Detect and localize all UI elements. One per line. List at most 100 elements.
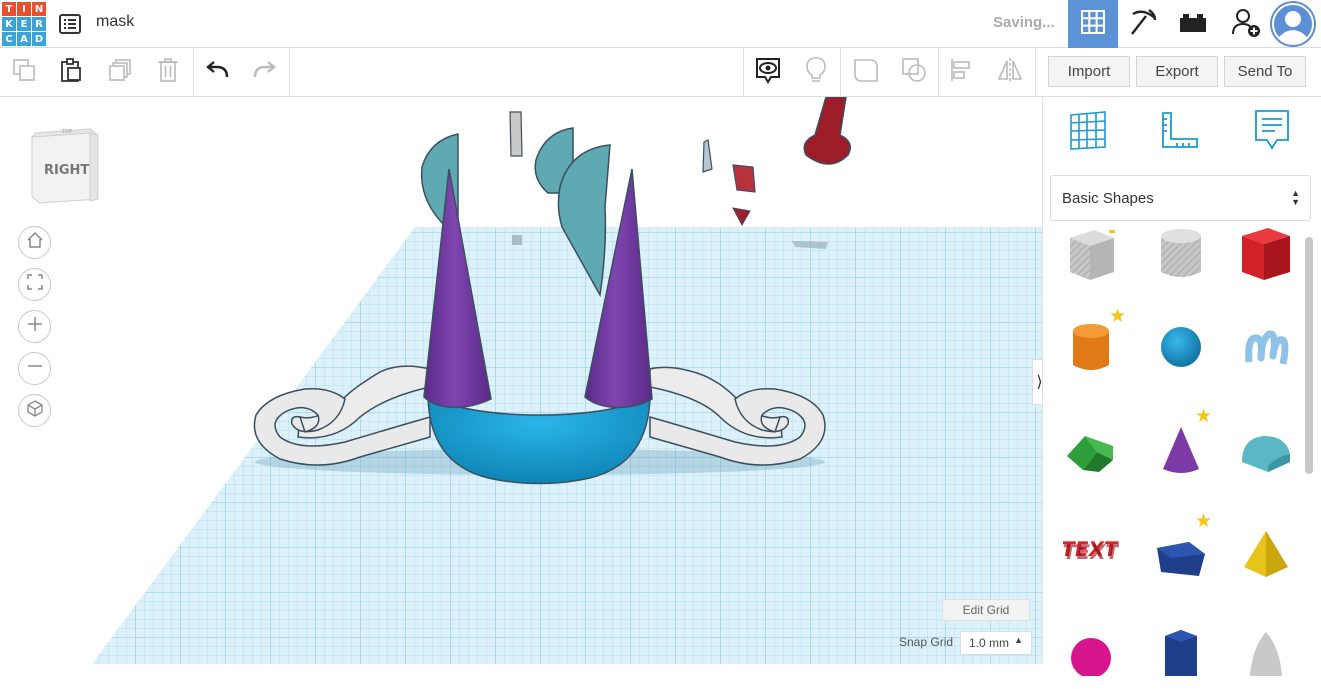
cone-icon (1159, 423, 1203, 484)
shape-paraboloid[interactable] (1236, 619, 1296, 689)
bricks-button[interactable] (1168, 0, 1218, 48)
cylinder-hole-icon (1157, 224, 1205, 289)
copy-button[interactable] (8, 56, 40, 88)
perspective-button[interactable] (18, 394, 51, 427)
align-icon (949, 57, 975, 88)
workplane-viewport[interactable]: TOP RIGHT Edit Grid Snap Grid 1.0 mm ▲ (0, 97, 1042, 664)
export-button[interactable]: Export (1136, 56, 1218, 87)
ruler-tool-button[interactable] (1157, 109, 1203, 155)
undo-button[interactable] (202, 56, 234, 88)
shape-scribble[interactable] (1236, 314, 1296, 384)
plus-icon (26, 315, 44, 338)
undo-icon (205, 59, 231, 86)
snap-grid-value: 1.0 mm (969, 636, 1010, 650)
box-icon (1238, 224, 1294, 289)
redo-icon (251, 59, 277, 86)
shape-hexagonal-prism[interactable] (1151, 619, 1211, 689)
ungroup-button[interactable] (898, 56, 930, 88)
red-fragment[interactable] (732, 164, 756, 193)
updown-icon: ▲ ▼ (1291, 188, 1300, 207)
align-button[interactable] (946, 56, 978, 88)
save-status: Saving... (993, 14, 1055, 31)
duplicate-button[interactable] (104, 56, 136, 88)
home-view-button[interactable] (18, 226, 51, 259)
top-bar: TIN KER CAD mask Saving... (0, 0, 1321, 48)
ruler-icon (1159, 109, 1201, 156)
shape-polygon[interactable] (1151, 524, 1211, 594)
delete-button[interactable] (152, 56, 184, 88)
import-button[interactable]: Import (1048, 56, 1130, 87)
zoom-in-button[interactable] (18, 310, 51, 343)
zoom-out-button[interactable] (18, 352, 51, 385)
snap-grid-label: Snap Grid (899, 635, 954, 649)
note-icon (1253, 108, 1291, 157)
toolbar-divider (840, 48, 841, 96)
shape-cylinder-hole[interactable] (1151, 221, 1211, 291)
shape-torus-partial[interactable] (1061, 619, 1121, 689)
light-button[interactable] (800, 56, 832, 88)
star-icon: ★ (1195, 406, 1213, 427)
text-shape-icon: TEXT TEXT (1059, 528, 1121, 573)
shapes-panel: Basic Shapes ▲ ▼ ★ ★ TEXT TEXT ★ (1042, 97, 1321, 678)
send-to-button[interactable]: Send To (1224, 56, 1306, 87)
star-icon: ★ (1195, 511, 1213, 532)
user-avatar[interactable] (1270, 1, 1316, 47)
toolbar-divider (289, 48, 290, 96)
workplane-tool-button[interactable] (1065, 109, 1111, 155)
view-cube[interactable]: TOP RIGHT (30, 127, 100, 212)
magenta-shape-icon (1067, 628, 1115, 681)
shape-text[interactable]: TEXT TEXT (1059, 515, 1121, 585)
notes-button[interactable] (752, 56, 784, 88)
shape-category-value: Basic Shapes (1062, 189, 1154, 207)
fit-view-button[interactable] (18, 268, 51, 301)
duplicate-icon (107, 57, 133, 88)
group-button[interactable] (850, 56, 882, 88)
red-chip[interactable] (732, 207, 751, 227)
edit-grid-button[interactable]: Edit Grid (942, 599, 1030, 621)
mirror-icon (996, 57, 1024, 88)
caret-up-icon: ▲ (1014, 635, 1023, 645)
paste-button[interactable] (55, 56, 87, 88)
star-icon: ★ (1109, 306, 1127, 327)
invite-button[interactable] (1220, 0, 1270, 48)
roof-icon (1063, 426, 1119, 481)
scene-canvas[interactable] (0, 97, 1042, 664)
shape-pyramid[interactable] (1236, 521, 1296, 591)
group-icon (852, 56, 880, 89)
red-hook[interactable] (803, 97, 851, 165)
shape-round-roof[interactable] (1236, 418, 1296, 488)
shape-sphere[interactable] (1151, 314, 1211, 384)
pickaxe-icon (1127, 6, 1159, 43)
cube-icon (26, 399, 44, 422)
svg-text:TOP: TOP (61, 129, 72, 135)
logo-letter: R (32, 17, 46, 31)
snap-grid-select[interactable]: 1.0 mm ▲ (960, 631, 1032, 655)
logo-letter: N (32, 2, 46, 16)
design-list-icon[interactable] (58, 12, 82, 36)
project-name[interactable]: mask (96, 13, 134, 31)
shape-category-select[interactable]: Basic Shapes ▲ ▼ (1050, 175, 1311, 221)
3d-design-button[interactable] (1068, 0, 1118, 48)
small-shard[interactable] (702, 139, 713, 173)
codeblocks-button[interactable] (1118, 0, 1168, 48)
shape-roof[interactable] (1061, 418, 1121, 488)
shape-box-hole[interactable] (1061, 221, 1121, 291)
sphere-icon (1159, 325, 1203, 374)
redo-button[interactable] (248, 56, 280, 88)
add-user-icon (1229, 6, 1261, 43)
hexagon-prism-icon (1157, 628, 1205, 681)
notes-tool-button[interactable] (1249, 109, 1295, 155)
gray-bar[interactable] (509, 111, 523, 157)
logo-letter: K (2, 17, 16, 31)
scribble-icon (1243, 322, 1289, 377)
toolbar-divider (1035, 48, 1036, 96)
pyramid-icon (1240, 527, 1292, 586)
paraboloid-icon (1244, 628, 1288, 681)
shape-cone[interactable] (1151, 418, 1211, 488)
logo-letter: C (2, 32, 16, 46)
panel-scrollbar[interactable] (1305, 237, 1313, 474)
shape-box[interactable] (1236, 221, 1296, 291)
tinkercad-logo[interactable]: TIN KER CAD (2, 2, 46, 46)
logo-letter: T (2, 2, 16, 16)
mirror-button[interactable] (994, 56, 1026, 88)
